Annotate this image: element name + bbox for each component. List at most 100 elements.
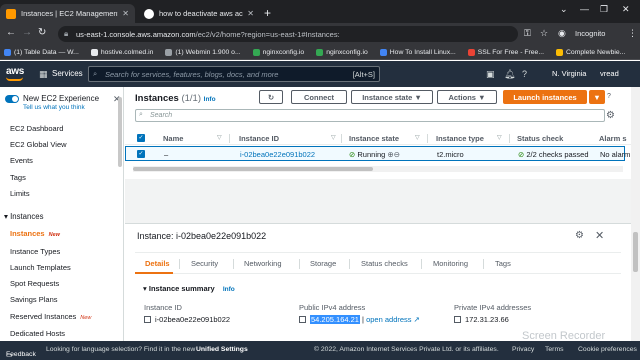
bookmark-item[interactable]: How To Install Linux... [379, 48, 456, 56]
new-tab-button[interactable]: + [264, 6, 271, 20]
sidebar-item-dashboard[interactable]: EC2 Dashboard [10, 124, 63, 133]
row-checkbox[interactable]: ✓ [137, 150, 145, 158]
profile-label[interactable]: Incognito [575, 29, 605, 38]
connect-button[interactable]: Connect [291, 90, 347, 104]
bookmark-item[interactable]: nginxconfig.io [316, 48, 368, 56]
sort-icon[interactable]: ▽ [415, 134, 420, 141]
back-icon[interactable]: ← [6, 27, 16, 38]
sort-icon[interactable]: ▽ [217, 134, 222, 141]
star-icon[interactable]: ☆ [540, 28, 548, 39]
instance-state-button[interactable]: Instance state ▼ [351, 90, 433, 104]
window-close-icon[interactable]: ✕ [622, 4, 630, 15]
account-menu[interactable]: vread [600, 69, 619, 78]
services-grid-icon[interactable]: ▦ [39, 69, 48, 80]
aws-console-header: aws ▦ Services ⌕ Search for services, fe… [0, 61, 640, 87]
tab-storage[interactable]: Storage [310, 259, 336, 268]
address-bar[interactable]: 🔒︎ us-east-1.console.aws.amazon.com/ec2/… [58, 26, 518, 42]
settings-gear-icon[interactable]: ⚙ [606, 110, 615, 121]
tab-search-icon[interactable]: ⌄ [560, 4, 568, 15]
forward-icon[interactable]: → [22, 27, 32, 38]
col-status-check[interactable]: Status check [517, 134, 563, 143]
help-icon[interactable]: ? [522, 69, 527, 79]
sidebar-item-savings-plans[interactable]: Savings Plans [10, 295, 58, 304]
sidebar-item-tags[interactable]: Tags [10, 173, 26, 182]
minimize-icon[interactable]: — [580, 4, 589, 14]
launch-instances-button[interactable]: Launch instances [503, 90, 587, 104]
notifications-icon[interactable]: 🔔︎ [504, 69, 515, 80]
detail-tabs: Details Security Networking Storage Stat… [135, 252, 621, 274]
close-icon[interactable]: ✕ [595, 229, 604, 242]
url-path: /ec2/v2/home?region=us-east-1#Instances: [195, 30, 340, 39]
menu-icon[interactable]: ⋮ [628, 28, 637, 39]
refresh-button[interactable]: ↻ [259, 90, 283, 104]
region-selector[interactable]: N. Virginia [552, 69, 586, 78]
services-menu[interactable]: Services [52, 69, 83, 78]
sidebar-item-global-view[interactable]: EC2 Global View [10, 140, 67, 149]
copy-icon[interactable] [454, 316, 461, 323]
close-tab-icon[interactable]: ✕ [247, 9, 254, 18]
key-icon[interactable]: ⚿ [524, 28, 531, 39]
launch-dropdown-button[interactable]: ▼ [589, 90, 605, 104]
open-address-link[interactable]: open address [366, 315, 411, 324]
sidebar-item-limits[interactable]: Limits [10, 189, 30, 198]
restore-icon[interactable]: ❐ [600, 4, 608, 15]
bookmark-item[interactable]: SSL For Free - Free... [467, 48, 544, 56]
table-horizontal-scrollbar[interactable] [133, 166, 623, 172]
col-instance-state[interactable]: Instance state [349, 134, 399, 143]
aws-logo[interactable]: aws [6, 66, 24, 81]
sidebar-item-events[interactable]: Events [10, 156, 33, 165]
tab-details[interactable]: Details [145, 259, 170, 268]
console-search-input[interactable]: ⌕ Search for services, features, blogs, … [88, 66, 380, 82]
tab-status-checks[interactable]: Status checks [361, 259, 408, 268]
browser-tab-google[interactable]: how to deactivate aws account - ✕ [138, 4, 260, 23]
instance-summary-heading[interactable]: ▾ Instance summary Info [143, 284, 235, 293]
tab-tags[interactable]: Tags [495, 259, 511, 268]
col-instance-id[interactable]: Instance ID [239, 134, 279, 143]
sidebar-item-dedicated-hosts[interactable]: Dedicated Hosts [10, 329, 65, 338]
cookie-preferences-link[interactable]: Cookie preferences [578, 346, 637, 353]
cloudshell-icon[interactable]: ▣ [486, 69, 495, 80]
public-ip-value[interactable]: 54.205.164.21 | open address ↗ [299, 315, 420, 324]
sidebar-item-instances[interactable]: Instances New [10, 229, 60, 238]
settings-gear-icon[interactable]: ⚙ [575, 230, 584, 241]
col-instance-type[interactable]: Instance type [436, 134, 484, 143]
incognito-icon[interactable]: ◉ [558, 28, 566, 39]
actions-button[interactable]: Actions ▼ [437, 90, 497, 104]
col-alarm-status[interactable]: Alarm s [599, 134, 627, 143]
tab-networking[interactable]: Networking [244, 259, 282, 268]
help-icon[interactable]: ? [607, 93, 611, 100]
sidebar-section-instances[interactable]: ▾ Instances [4, 212, 43, 221]
select-all-checkbox[interactable]: ✓ [137, 134, 145, 142]
bookmark-item[interactable]: (1) Webmin 1.900 o... [165, 48, 241, 56]
sort-icon[interactable]: ▽ [331, 134, 336, 141]
col-name[interactable]: Name [163, 134, 183, 143]
sidebar-item-launch-templates[interactable]: Launch Templates [10, 263, 71, 272]
privacy-link[interactable]: Privacy [512, 346, 534, 353]
bookmark-item[interactable]: (1) Table Data — W... [4, 48, 79, 56]
bookmark-item[interactable]: nginxconfig.io [252, 48, 304, 56]
copy-icon[interactable] [144, 316, 151, 323]
tab-security[interactable]: Security [191, 259, 218, 268]
tab-monitoring[interactable]: Monitoring [433, 259, 468, 268]
sidebar-item-instance-types[interactable]: Instance Types [10, 247, 60, 256]
browser-tab-ec2[interactable]: Instances | EC2 Management Co ✕ [0, 4, 135, 23]
instances-filter-input[interactable]: ⌕ Search [135, 109, 605, 122]
sidebar-item-reserved-instances[interactable]: Reserved Instances New [10, 312, 91, 321]
sort-icon[interactable]: ▽ [497, 134, 502, 141]
close-tab-icon[interactable]: ✕ [122, 9, 129, 18]
toggle-switch[interactable] [5, 95, 19, 103]
terms-link[interactable]: Terms [545, 346, 564, 353]
feedback-link[interactable]: Tell us what you think [23, 104, 85, 111]
bookmark-item[interactable]: Complete Newbie... [556, 48, 625, 56]
page-scrollbar[interactable] [631, 87, 640, 341]
table-row[interactable]: ✓ – i-02bea0e22e091b022 ⊘ Running ⊕⊖ t2.… [125, 146, 630, 161]
cell-instance-id[interactable]: i-02bea0e22e091b022 [240, 150, 315, 159]
bookmark-item[interactable]: hostive.colmed.in [90, 48, 153, 56]
sidebar-scrollbar[interactable] [118, 97, 122, 167]
sidebar-item-spot-requests[interactable]: Spot Requests [10, 279, 59, 288]
copy-icon[interactable] [299, 316, 306, 323]
info-link[interactable]: Info [223, 286, 235, 293]
info-link[interactable]: Info [204, 96, 216, 103]
reload-icon[interactable]: ↻ [38, 27, 46, 38]
unified-settings-link[interactable]: Unified Settings [196, 346, 248, 353]
